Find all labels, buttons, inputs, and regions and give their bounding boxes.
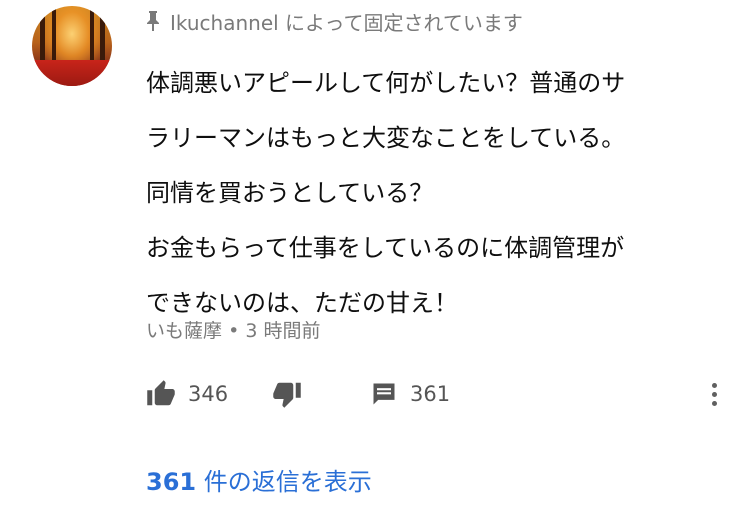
- meta-separator: •: [228, 320, 240, 342]
- comment-line: ラリーマンはもっと大変なことをしている。: [146, 124, 626, 152]
- pin-icon: [147, 11, 159, 31]
- comment-actions: 346 361: [146, 374, 726, 414]
- comment-time[interactable]: 3 時間前: [245, 320, 320, 342]
- pinned-channel-name[interactable]: Ikuchannel: [170, 11, 279, 35]
- replies-label: 件の返信を表示: [203, 468, 372, 496]
- comment-line: 体調悪いアピールして何がしたい？普通のサ: [146, 69, 626, 97]
- comment-icon: [373, 383, 395, 405]
- comment-author[interactable]: いも薩摩: [146, 320, 222, 342]
- avatar[interactable]: [32, 6, 112, 86]
- like-count: 346: [188, 382, 229, 406]
- avatar-leaf-path: [32, 60, 112, 86]
- avatar-tree: [52, 6, 56, 68]
- comment-meta: いも薩摩 • 3 時間前: [146, 316, 320, 343]
- dislike-button[interactable]: [272, 374, 302, 414]
- pinned-text: によって固定されています: [285, 10, 523, 35]
- comment-line: お金もらって仕事をしているのに体調管理が: [146, 234, 625, 262]
- avatar-tree: [100, 6, 105, 68]
- thumbs-down-icon: [273, 382, 301, 408]
- reply-count: 361: [410, 382, 451, 406]
- kebab-dot-icon: [711, 400, 717, 406]
- comment-line: 同情を買おうとしている？: [146, 179, 434, 207]
- replies-count: 361: [146, 468, 197, 496]
- avatar-tree: [40, 6, 45, 68]
- pinned-label: Ikuchannel によって固定されています: [146, 8, 523, 35]
- like-button[interactable]: 346: [146, 374, 228, 414]
- comment-text: 体調悪いアピールして何がしたい？普通のサ ラリーマンはもっと大変なことをしている…: [146, 56, 726, 331]
- kebab-dot-icon: [711, 382, 717, 388]
- reply-button[interactable]: 361: [370, 374, 450, 414]
- more-options-button[interactable]: [702, 378, 726, 410]
- avatar-tree: [90, 6, 94, 68]
- kebab-dot-icon: [711, 391, 717, 397]
- thumbs-up-icon: [147, 380, 175, 406]
- view-replies-link[interactable]: 361 件の返信を表示: [146, 462, 372, 497]
